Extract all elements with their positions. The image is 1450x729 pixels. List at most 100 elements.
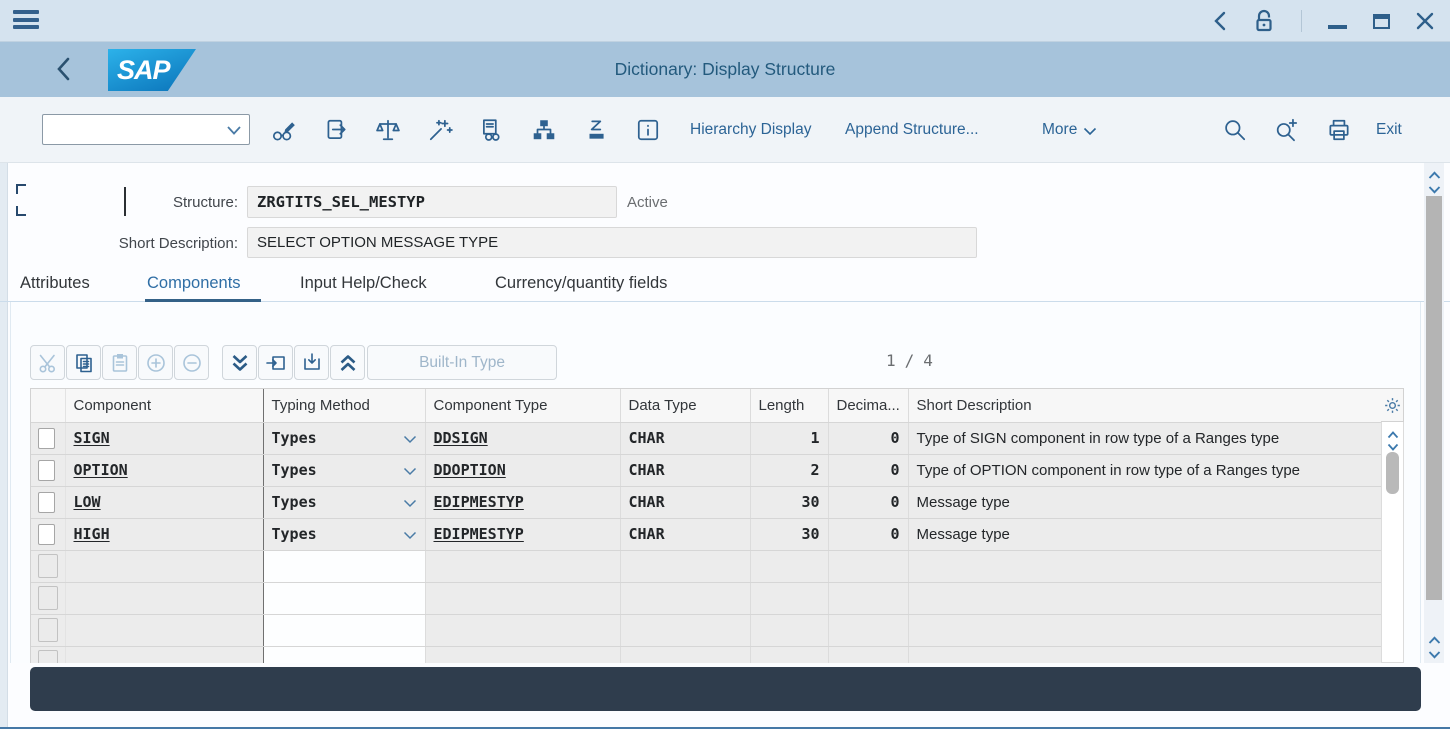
column-header-short-description[interactable]: Short Description — [908, 389, 1382, 422]
column-header-component-type[interactable]: Component Type — [425, 389, 620, 422]
check-icon[interactable] — [375, 117, 401, 143]
chevron-down-icon — [226, 125, 242, 136]
transport-icon[interactable] — [323, 117, 349, 143]
display-change-icon[interactable] — [271, 117, 297, 143]
focus-corner-mark — [16, 206, 26, 216]
short-description-cell — [908, 582, 1382, 614]
length-cell — [750, 614, 828, 646]
cut-button[interactable] — [30, 345, 65, 380]
sort-icon[interactable] — [583, 117, 609, 143]
activate-icon[interactable] — [427, 117, 453, 143]
decimals-cell: 0 — [828, 422, 908, 454]
component-link[interactable]: OPTION — [74, 461, 128, 479]
component-link[interactable]: HIGH — [74, 525, 110, 543]
exit-button[interactable]: Exit — [1376, 97, 1402, 163]
column-header-data-type[interactable]: Data Type — [620, 389, 750, 422]
typing-method-cell — [263, 582, 425, 614]
component-cell — [65, 614, 263, 646]
data-type-cell: CHAR — [620, 422, 750, 454]
more-menu-button[interactable]: More — [1042, 97, 1097, 163]
structure-label: Structure: — [60, 194, 238, 211]
row-select-cell — [31, 614, 65, 646]
component-type-link[interactable]: EDIPMESTYP — [434, 525, 524, 543]
expand-all-button[interactable] — [222, 345, 257, 380]
short-description-field[interactable]: SELECT OPTION MESSAGE TYPE — [247, 227, 977, 258]
component-type-cell: EDIPMESTYP — [425, 518, 620, 550]
status-bar — [30, 667, 1421, 711]
paste-button[interactable] — [102, 345, 137, 380]
table-row: HIGHTypesEDIPMESTYPCHAR300Message type — [31, 518, 1382, 550]
chevron-down-icon — [403, 531, 417, 540]
component-type-link[interactable]: DDOPTION — [434, 461, 506, 479]
column-header-component[interactable]: Component — [65, 389, 263, 422]
tab-input-help-check[interactable]: Input Help/Check — [300, 274, 427, 293]
maximize-icon[interactable] — [1373, 14, 1390, 29]
tab-components[interactable]: Components — [147, 274, 241, 293]
menu-icon[interactable] — [13, 10, 39, 32]
append-row-button[interactable] — [294, 345, 329, 380]
append-structure-button[interactable]: Append Structure... — [845, 97, 979, 163]
information-icon[interactable] — [635, 117, 661, 143]
short-description-cell: Type of OPTION component in row type of … — [908, 454, 1382, 486]
row-checkbox[interactable] — [38, 428, 55, 449]
typing-method-cell[interactable]: Types — [263, 454, 425, 486]
length-cell — [750, 550, 828, 582]
delete-line-button[interactable] — [174, 345, 209, 380]
component-link[interactable]: LOW — [74, 493, 101, 511]
select-all-header[interactable] — [31, 389, 65, 422]
where-used-list-icon[interactable] — [479, 117, 505, 143]
empty-table-row — [31, 646, 1382, 663]
typing-method-cell[interactable]: Types — [263, 486, 425, 518]
typing-method-cell[interactable]: Types — [263, 518, 425, 550]
row-checkbox[interactable] — [38, 460, 55, 481]
back-history-icon[interactable] — [1213, 11, 1227, 31]
component-link[interactable]: SIGN — [74, 429, 110, 447]
data-type-cell: CHAR — [620, 486, 750, 518]
row-checkbox[interactable] — [38, 524, 55, 545]
built-in-type-button[interactable]: Built-In Type — [367, 345, 557, 380]
component-cell: LOW — [65, 486, 263, 518]
component-cell — [65, 550, 263, 582]
print-icon[interactable] — [1326, 117, 1352, 143]
data-type-cell — [620, 550, 750, 582]
row-checkbox — [38, 554, 58, 578]
column-header-decimals[interactable]: Decima... — [828, 389, 908, 422]
table-scrollbar-thumb[interactable] — [1386, 452, 1399, 494]
find-icon[interactable] — [1222, 117, 1248, 143]
main-scrollbar-thumb[interactable] — [1426, 196, 1442, 600]
data-type-cell — [620, 582, 750, 614]
collapse-all-button[interactable] — [330, 345, 365, 380]
row-checkbox[interactable] — [38, 492, 55, 513]
empty-table-row — [31, 582, 1382, 614]
column-header-typing-method[interactable]: Typing Method — [263, 389, 425, 422]
column-header-length[interactable]: Length — [750, 389, 828, 422]
insert-row-button[interactable] — [258, 345, 293, 380]
tab-attributes[interactable]: Attributes — [20, 274, 90, 293]
gear-icon[interactable] — [1384, 397, 1401, 414]
component-type-link[interactable]: EDIPMESTYP — [434, 493, 524, 511]
decimals-cell — [828, 582, 908, 614]
insert-line-button[interactable] — [138, 345, 173, 380]
close-icon[interactable] — [1416, 12, 1434, 30]
copy-button[interactable] — [66, 345, 101, 380]
hierarchy-display-button[interactable]: Hierarchy Display — [690, 97, 811, 163]
scroll-down-bottom-icon[interactable] — [1428, 646, 1441, 664]
tab-currency-quantity-fields[interactable]: Currency/quantity fields — [495, 274, 667, 293]
row-select-cell — [31, 646, 65, 663]
decimals-cell — [828, 550, 908, 582]
length-cell: 2 — [750, 454, 828, 486]
focus-corner-mark — [16, 184, 26, 194]
find-next-icon[interactable] — [1274, 117, 1300, 143]
unlock-icon[interactable] — [1253, 9, 1275, 33]
chevron-down-icon — [403, 467, 417, 476]
structure-field[interactable]: ZRGTITS_SEL_MESTYP — [247, 186, 617, 218]
typing-method-cell[interactable]: Types — [263, 422, 425, 454]
main-scrollbar — [1424, 163, 1444, 663]
command-combobox[interactable] — [42, 114, 250, 145]
component-type-link[interactable]: DDSIGN — [434, 429, 488, 447]
component-cell: SIGN — [65, 422, 263, 454]
hierarchy-icon[interactable] — [531, 117, 557, 143]
minimize-icon[interactable] — [1328, 13, 1347, 29]
table-header-row: Component Typing Method Component Type D… — [31, 389, 1382, 422]
components-table: Component Typing Method Component Type D… — [30, 388, 1382, 663]
